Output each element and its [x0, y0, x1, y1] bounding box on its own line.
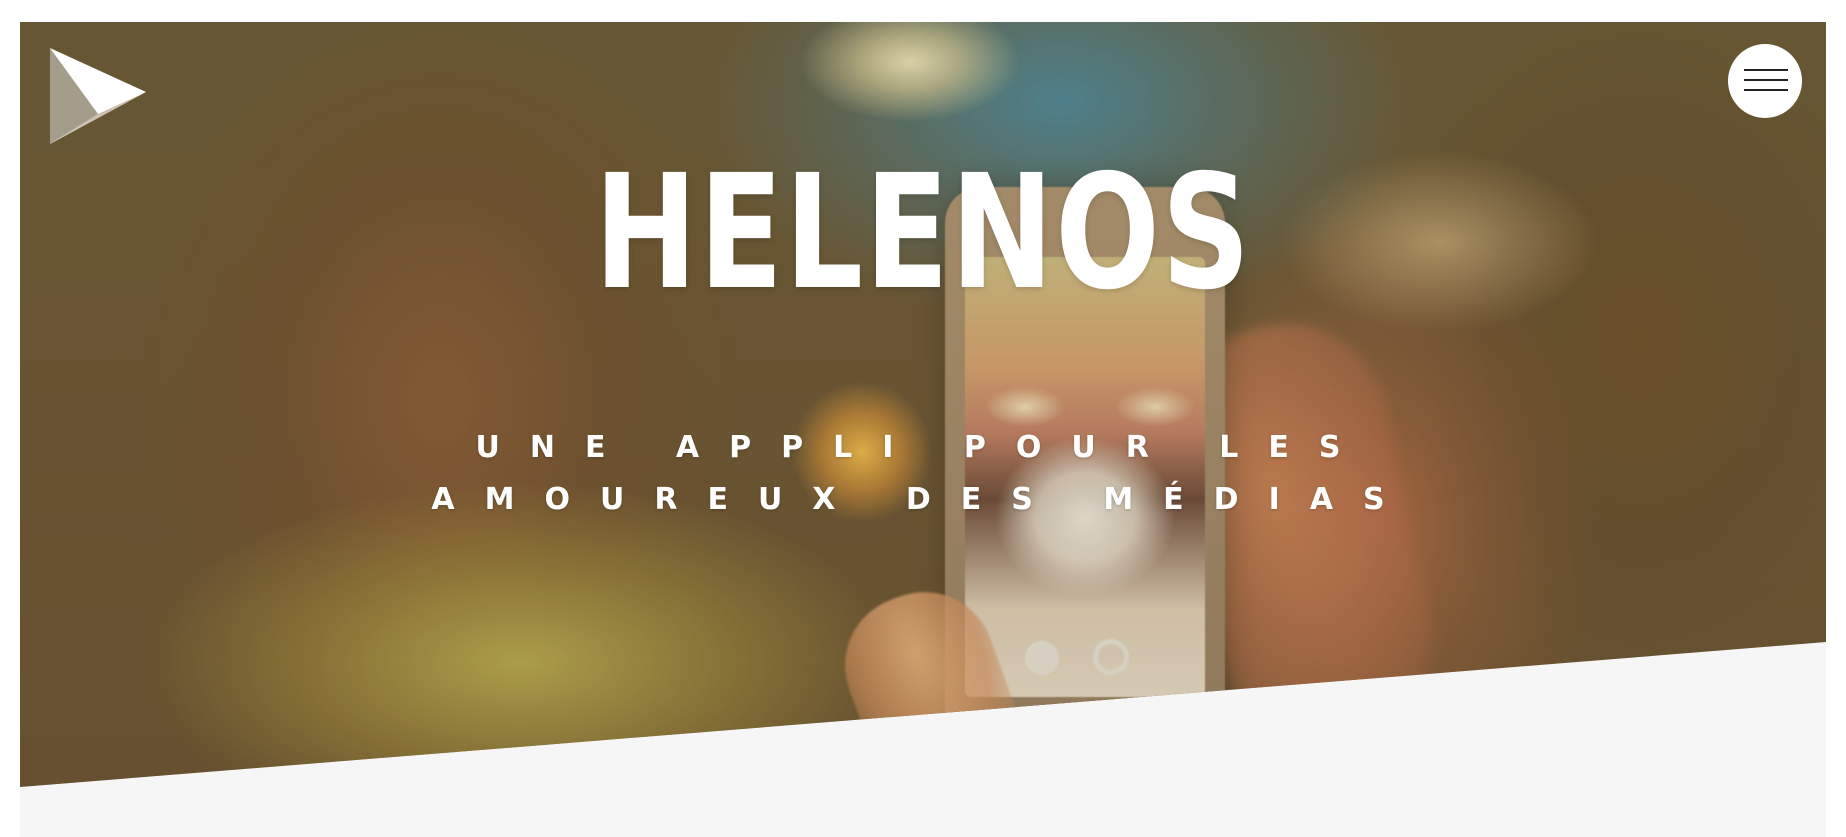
page-frame: HELENOS UNE APPLI POUR LES AMOUREUX DES …: [20, 22, 1826, 837]
hero-section: HELENOS UNE APPLI POUR LES AMOUREUX DES …: [20, 22, 1826, 787]
hero-tagline: UNE APPLI POUR LES AMOUREUX DES MÉDIAS: [20, 422, 1826, 526]
brand-title: HELENOS: [594, 141, 1252, 325]
hamburger-menu-icon-line: [1744, 89, 1788, 91]
play-triangle-logo-icon[interactable]: [50, 48, 146, 144]
hero-tint-overlay: [20, 22, 1826, 787]
hero-tagline-line-2: AMOUREUX DES MÉDIAS: [431, 482, 1415, 517]
hero-tagline-line-1: UNE APPLI POUR LES: [475, 430, 1371, 465]
hamburger-menu-button[interactable]: [1728, 44, 1802, 118]
hamburger-menu-icon-line: [1744, 79, 1788, 81]
hamburger-menu-icon: [1744, 69, 1788, 71]
